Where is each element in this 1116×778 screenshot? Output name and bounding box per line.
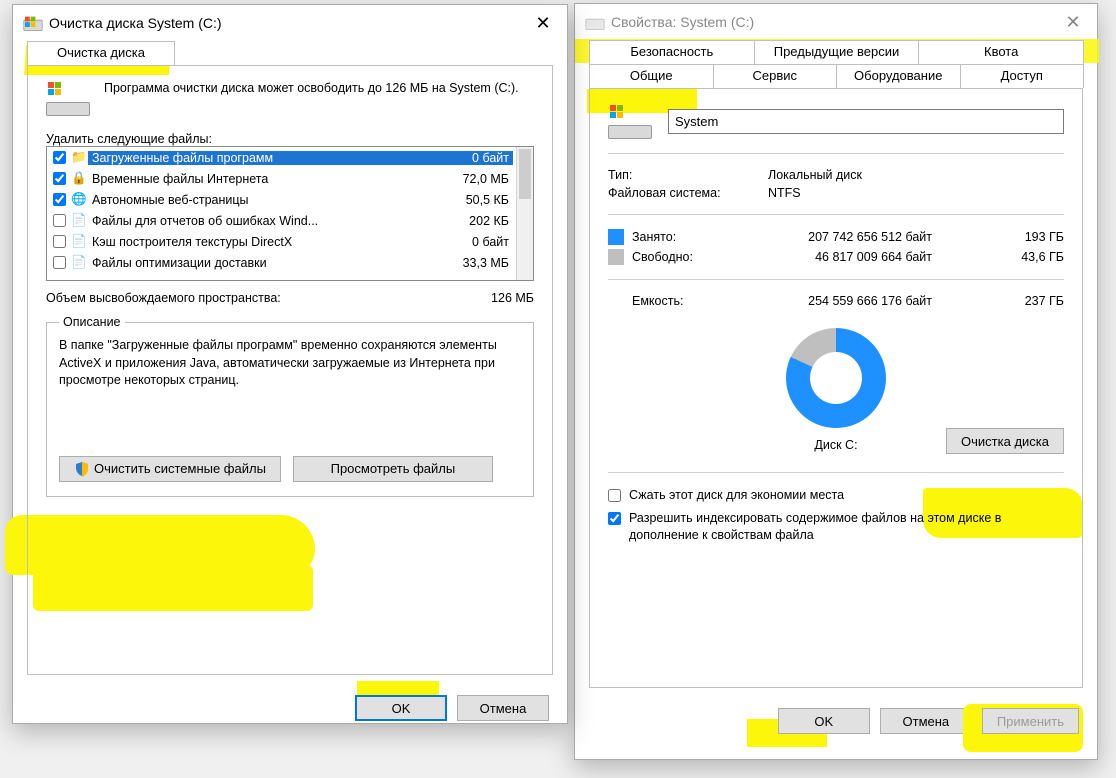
- tab-сервис[interactable]: Сервис: [713, 64, 838, 88]
- capacity-label: Емкость:: [632, 294, 732, 308]
- file-icon: 📄: [70, 213, 88, 229]
- globe-icon: 🌐: [70, 192, 88, 208]
- item-checkbox[interactable]: [53, 256, 66, 269]
- title-bar: Очистка диска System (C:) ✕: [13, 5, 567, 41]
- cancel-button[interactable]: Отмена: [880, 708, 972, 734]
- item-checkbox[interactable]: [53, 172, 66, 185]
- item-name: Загруженные файлы программ: [88, 151, 443, 165]
- list-item[interactable]: 📄Кэш построителя текстуры DirectX0 байт: [47, 231, 533, 252]
- description-group: Описание В папке "Загруженные файлы прог…: [46, 315, 534, 497]
- item-size: 50,5 КБ: [443, 193, 513, 207]
- tab-оборудование[interactable]: Оборудование: [836, 64, 961, 88]
- item-name: Файлы для отчетов об ошибках Wind...: [88, 214, 443, 228]
- description-legend: Описание: [59, 315, 125, 329]
- usage-pie-chart: [786, 328, 886, 428]
- used-label: Занято:: [632, 230, 732, 244]
- cancel-button[interactable]: Отмена: [457, 695, 549, 721]
- item-checkbox[interactable]: [53, 151, 66, 164]
- ok-button[interactable]: OK: [778, 708, 870, 734]
- list-item[interactable]: 🔒Временные файлы Интернета72,0 МБ: [47, 168, 533, 189]
- tab-cleanup[interactable]: Очистка диска: [27, 41, 175, 65]
- type-label: Тип:: [608, 168, 768, 182]
- description-text: В папке "Загруженные файлы программ" вре…: [59, 337, 521, 390]
- total-value: 126 МБ: [491, 291, 534, 305]
- item-size: 72,0 МБ: [443, 172, 513, 186]
- tab-доступ[interactable]: Доступ: [960, 64, 1085, 88]
- folder-icon: 📁: [70, 150, 88, 166]
- disk-cleanup-window: Очистка диска System (C:) ✕ Очистка диск…: [12, 4, 568, 724]
- item-name: Файлы оптимизации доставки: [88, 256, 443, 270]
- free-swatch-icon: [608, 249, 624, 265]
- file-icon: 📄: [70, 255, 88, 271]
- clean-system-files-button[interactable]: Очистить системные файлы: [59, 456, 281, 482]
- capacity-human: 237 ГБ: [932, 294, 1064, 308]
- title-bar: Свойства: System (C:) ✕: [575, 4, 1097, 40]
- tab-безопасность[interactable]: Безопасность: [589, 40, 755, 64]
- index-checkbox[interactable]: Разрешить индексировать содержимое файло…: [608, 510, 1064, 544]
- window-title: Свойства: System (C:): [607, 14, 1057, 30]
- item-size: 0 байт: [443, 235, 513, 249]
- intro-text: Программа очистки диска может освободить…: [104, 80, 534, 116]
- file-icon: 📄: [70, 234, 88, 250]
- drive-properties-window: Свойства: System (C:) ✕ БезопасностьПред…: [574, 3, 1098, 760]
- close-icon[interactable]: ✕: [1057, 12, 1089, 33]
- item-name: Кэш построителя текстуры DirectX: [88, 235, 443, 249]
- ok-button[interactable]: OK: [355, 695, 447, 721]
- item-name: Автономные веб-страницы: [88, 193, 443, 207]
- file-categories-list[interactable]: 📁Загруженные файлы программ0 байт🔒Времен…: [46, 146, 534, 281]
- used-bytes: 207 742 656 512 байт: [732, 230, 932, 244]
- disk-icon: [23, 15, 42, 31]
- used-human: 193 ГБ: [932, 230, 1064, 244]
- list-item[interactable]: 📄Файлы оптимизации доставки33,3 МБ: [47, 252, 533, 273]
- free-label: Свободно:: [632, 250, 732, 264]
- type-value: Локальный диск: [768, 168, 862, 182]
- free-human: 43,6 ГБ: [932, 250, 1064, 264]
- shield-icon: [74, 461, 90, 477]
- list-item[interactable]: 📁Загруженные файлы программ0 байт: [47, 147, 533, 168]
- item-checkbox[interactable]: [53, 193, 66, 206]
- disk-cleanup-button[interactable]: Очистка диска: [946, 428, 1064, 454]
- capacity-bytes: 254 559 666 176 байт: [732, 294, 932, 308]
- total-label: Объем высвобождаемого пространства:: [46, 291, 281, 305]
- item-checkbox[interactable]: [53, 235, 66, 248]
- scrollbar[interactable]: [516, 147, 533, 280]
- lock-icon: 🔒: [70, 171, 88, 187]
- disk-icon: [46, 80, 90, 116]
- apply-button[interactable]: Применить: [982, 708, 1079, 734]
- item-checkbox[interactable]: [53, 214, 66, 227]
- item-name: Временные файлы Интернета: [88, 172, 443, 186]
- window-title: Очистка диска System (C:): [45, 15, 527, 31]
- list-header: Удалить следующие файлы:: [46, 132, 534, 146]
- list-item[interactable]: 📄Файлы для отчетов об ошибках Wind...202…: [47, 210, 533, 231]
- tab-квота[interactable]: Квота: [918, 40, 1084, 64]
- compress-checkbox[interactable]: Сжать этот диск для экономии места: [608, 487, 1064, 504]
- list-item[interactable]: 🌐Автономные веб-страницы50,5 КБ: [47, 189, 533, 210]
- view-files-button[interactable]: Просмотреть файлы: [293, 456, 493, 482]
- fs-label: Файловая система:: [608, 186, 768, 200]
- disk-icon: [585, 14, 604, 30]
- disk-icon: [608, 103, 652, 139]
- item-size: 33,3 МБ: [443, 256, 513, 270]
- used-swatch-icon: [608, 229, 624, 245]
- volume-name-input[interactable]: [668, 109, 1064, 134]
- free-bytes: 46 817 009 664 байт: [732, 250, 932, 264]
- tab-предыдущие версии[interactable]: Предыдущие версии: [754, 40, 920, 64]
- item-size: 202 КБ: [443, 214, 513, 228]
- fs-value: NTFS: [768, 186, 801, 200]
- close-icon[interactable]: ✕: [527, 13, 559, 34]
- tab-общие[interactable]: Общие: [589, 64, 714, 88]
- item-size: 0 байт: [443, 151, 513, 165]
